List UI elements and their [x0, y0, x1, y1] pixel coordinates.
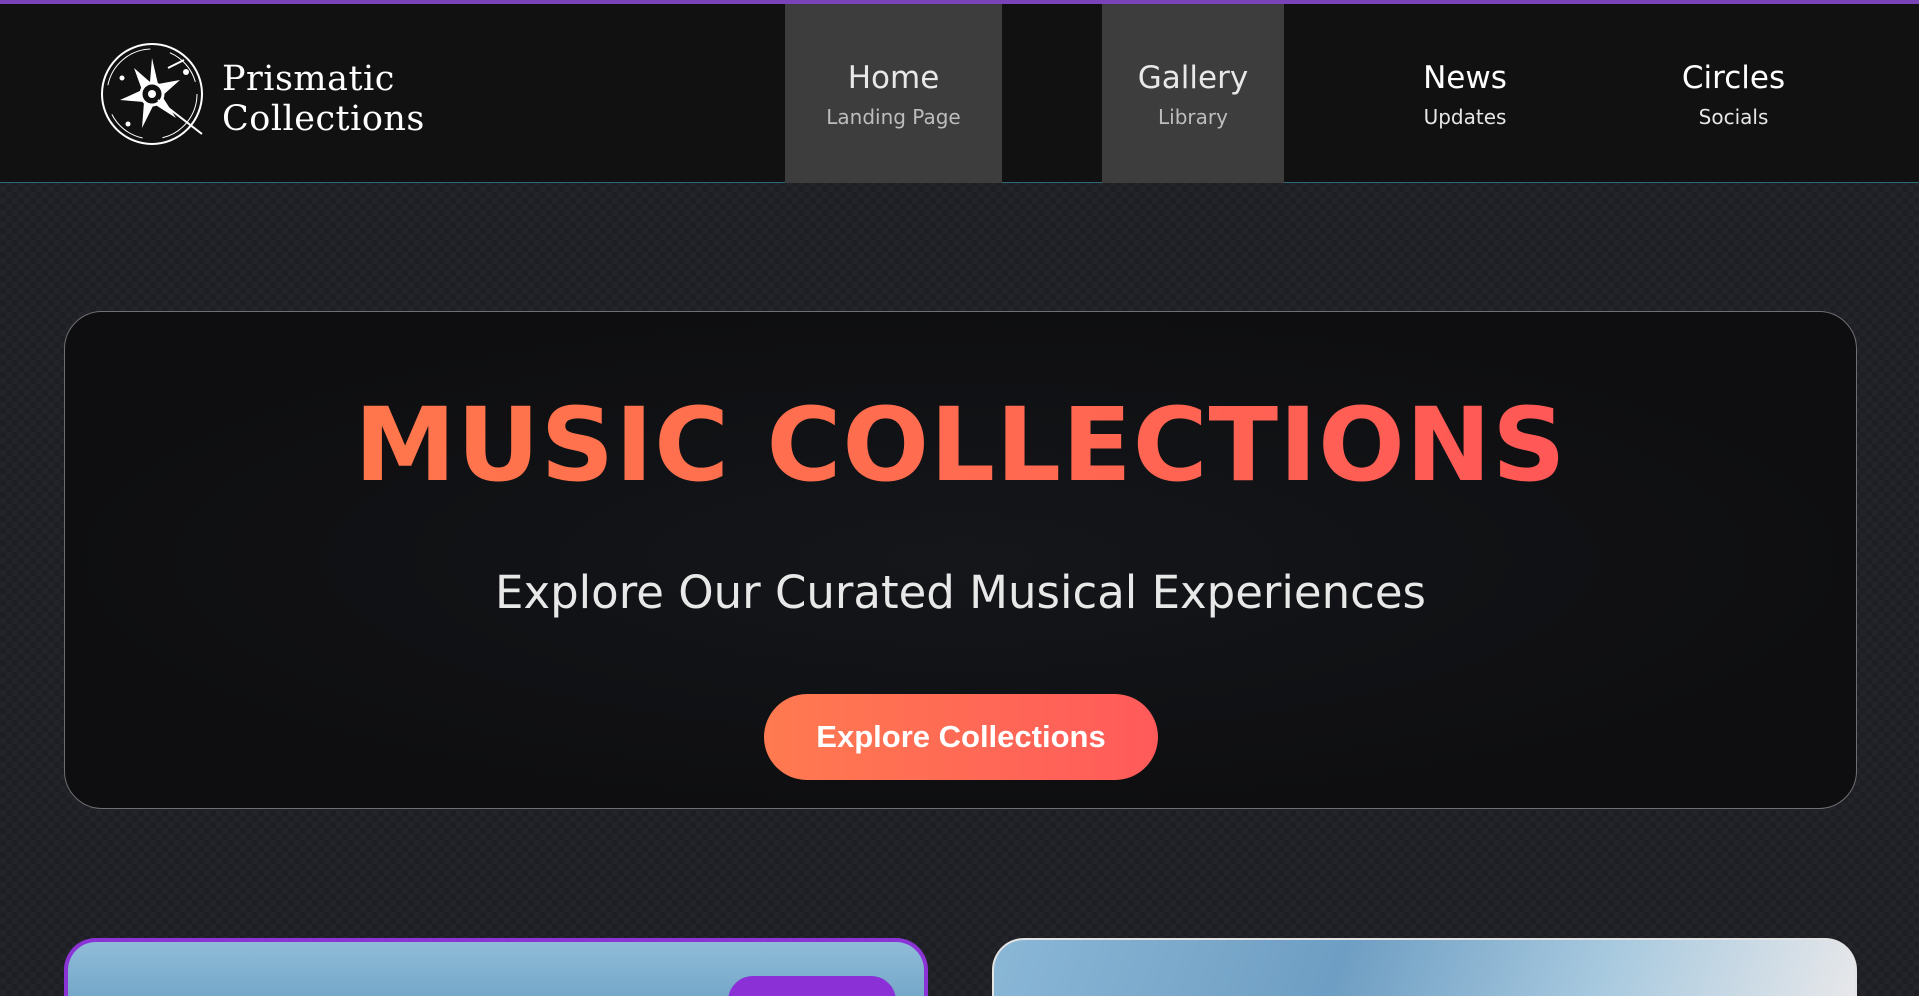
nav-item-circles[interactable]: Circles Socials — [1650, 4, 1817, 183]
card-badge — [728, 976, 896, 996]
nav-subtitle-circles: Socials — [1698, 104, 1769, 129]
hero-subtitle: Explore Our Curated Musical Experiences — [495, 566, 1426, 619]
hero-title: MUSIC COLLECTIONS — [65, 386, 1856, 506]
nav-subtitle-gallery: Library — [1158, 104, 1228, 129]
hero-panel: MUSIC COLLECTIONS Explore Our Curated Mu… — [64, 311, 1857, 809]
brand-name-line2: Collections — [222, 99, 425, 139]
nav-item-gallery[interactable]: Gallery Library — [1102, 4, 1284, 183]
collection-card-2[interactable] — [992, 938, 1857, 996]
nav-title-news: News — [1423, 59, 1507, 96]
nav-title-home: Home — [847, 59, 940, 96]
nav-title-gallery: Gallery — [1137, 59, 1249, 96]
nav-item-home[interactable]: Home Landing Page — [785, 4, 1002, 183]
compass-star-logo-icon — [101, 43, 203, 145]
collection-card-1[interactable] — [64, 938, 928, 996]
brand-name: Prismatic Collections — [222, 59, 425, 139]
nav-subtitle-home: Landing Page — [826, 104, 961, 129]
nav-title-circles: Circles — [1681, 59, 1786, 96]
brand-name-line1: Prismatic — [222, 59, 395, 99]
nav-subtitle-news: Updates — [1423, 104, 1507, 129]
nav-item-news[interactable]: News Updates — [1385, 4, 1545, 183]
site-logo[interactable]: Prismatic Collections — [98, 38, 438, 152]
site-header: Prismatic Collections Home Landing Page … — [0, 4, 1919, 183]
explore-collections-button[interactable]: Explore Collections — [764, 694, 1158, 780]
